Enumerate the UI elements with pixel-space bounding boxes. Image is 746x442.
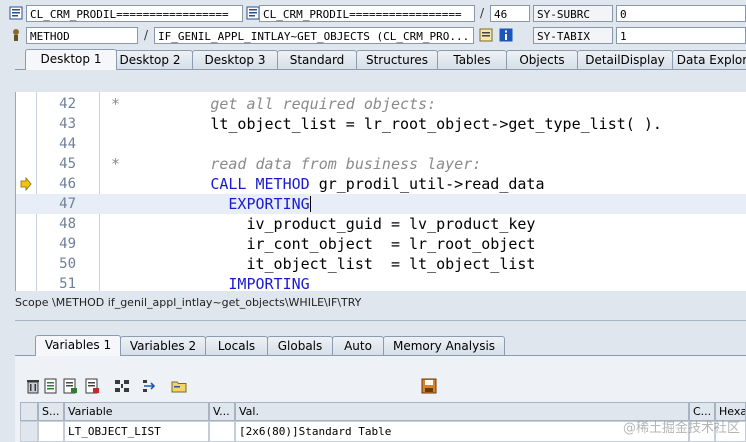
watermark: @稀土掘金技术社区 [622,421,740,436]
method-icon [13,29,19,41]
event-name-field[interactable]: IF_GENIL_APPL_INTLAY~GET_OBJECTS (CL_CRM… [154,27,474,44]
program-field[interactable]: CL_CRM_PRODIL================= [26,5,243,22]
tab-desktop-1[interactable]: Desktop 1 [25,49,117,70]
line-number: 51 [59,276,76,291]
line-number: 47 [59,196,76,212]
tab-data-explorer[interactable]: Data Explor [672,50,746,69]
code-text: CALL METHOD gr_prodil_util->read_data [210,175,545,193]
save-icon[interactable] [421,378,437,394]
code-line-current-statement[interactable]: 46 CALL METHOD gr_prodil_util->read_data [16,174,746,194]
code-line-cursor[interactable]: 47 EXPORTING [16,194,746,214]
sysvar-value-field-1[interactable]: 0 [616,5,746,22]
code-line[interactable]: 51 IMPORTING [16,274,746,291]
hierarchy-icon[interactable] [114,378,130,394]
code-line[interactable]: 45 * read data from business layer: [16,154,746,174]
code-line[interactable]: 50 it_object_list = lt_object_list [16,254,746,274]
scope-path: Scope \METHOD if_genil_appl_intlay~get_o… [15,296,362,309]
line-number-field[interactable]: 46 [490,5,530,22]
insert-row-icon[interactable] [43,378,59,394]
keyword-importing: IMPORTING [228,275,310,291]
cell-value[interactable]: [2x6(80)]Standard Table [235,421,689,442]
code-text: IMPORTING [111,274,310,291]
code-line[interactable]: 43 lt_object_list = lr_root_object->get_… [16,114,746,134]
include-field[interactable]: CL_CRM_PRODIL================= [259,5,475,22]
tab-structures[interactable]: Structures [356,50,438,69]
tabstrip-line [15,69,746,70]
code-line[interactable]: 49 ir_cont_object = lr_root_object [16,234,746,254]
load-variables-icon[interactable] [62,378,78,394]
tab-desktop-2[interactable]: Desktop 2 [107,50,193,69]
grid-row-selector-header[interactable] [20,402,38,421]
grid-row-selector[interactable] [20,421,38,442]
line-separator: / [480,6,485,20]
line-number: 48 [59,216,76,232]
program-icon [9,6,23,20]
line-number: 43 [59,116,76,132]
folder-icon[interactable] [171,378,187,394]
include-icon [246,6,260,20]
code-text: * get all required objects: [111,95,437,113]
code-text: EXPORTING [111,194,311,214]
code-line[interactable]: 44 [16,134,746,154]
sysvar-name-field-1[interactable]: SY-SUBRC [533,5,613,22]
column-header-variable[interactable]: Variable [64,402,209,421]
navigate-icon[interactable] [142,378,158,394]
event-type-field[interactable]: METHOD [26,27,138,44]
cell-v[interactable] [209,421,235,442]
code-text: iv_product_guid = lv_product_key [111,215,536,233]
line-number: 46 [59,176,76,192]
column-header-status[interactable]: S... [38,402,64,421]
line-number: 44 [59,136,76,152]
save-variables-icon[interactable] [84,378,100,394]
tab-variables-1[interactable]: Variables 1 [35,335,121,356]
display-object-icon[interactable] [479,28,493,42]
tab-memory-analysis[interactable]: Memory Analysis [383,336,505,355]
column-header-v[interactable]: V... [209,402,235,421]
tab-desktop-3[interactable]: Desktop 3 [192,50,278,69]
tab-variables-2[interactable]: Variables 2 [120,336,206,355]
info-icon[interactable] [499,28,513,42]
code-line[interactable]: 42 * get all required objects: [16,94,746,114]
tab-locals[interactable]: Locals [205,336,268,355]
column-header-value[interactable]: Val. [235,402,689,421]
tab-tables[interactable]: Tables [437,50,507,69]
keyword-exporting: EXPORTING [228,195,310,213]
tab-globals[interactable]: Globals [267,336,333,355]
code-line[interactable]: 48 iv_product_guid = lv_product_key [16,214,746,234]
tab-standard[interactable]: Standard [277,50,357,69]
sysvar-name-field-2[interactable]: SY-TABIX [533,27,613,44]
line-number: 42 [59,96,76,112]
line-number: 50 [59,256,76,272]
code-text: it_object_list = lt_object_list [111,255,536,273]
tab-detail-display[interactable]: DetailDisplay [577,50,673,69]
keyword-call-method: CALL METHOD [210,175,310,193]
tab-auto[interactable]: Auto [332,336,384,355]
cell-variable[interactable]: LT_OBJECT_LIST [64,421,209,442]
code-text: lt_object_list = lr_root_object->get_typ… [111,115,662,133]
source-code-editor[interactable]: 42 * get all required objects: 43 lt_obj… [15,92,746,291]
current-statement-arrow-icon [20,176,32,192]
tab-objects[interactable]: Objects [506,50,578,69]
code-text: * read data from business layer: [111,155,482,173]
pane-divider[interactable] [15,320,746,321]
sysvar-value-field-2[interactable]: 1 [616,27,746,44]
cell-status[interactable] [38,421,64,442]
desktop-tabstrip: Desktop 1 Desktop 2 Desktop 3 Standard S… [15,49,746,70]
code-text: ir_cont_object = lr_root_object [111,235,536,253]
line-number: 45 [59,156,76,172]
event-separator: / [144,28,149,42]
text-cursor [309,196,311,212]
delete-icon[interactable] [25,378,41,394]
line-number: 49 [59,236,76,252]
